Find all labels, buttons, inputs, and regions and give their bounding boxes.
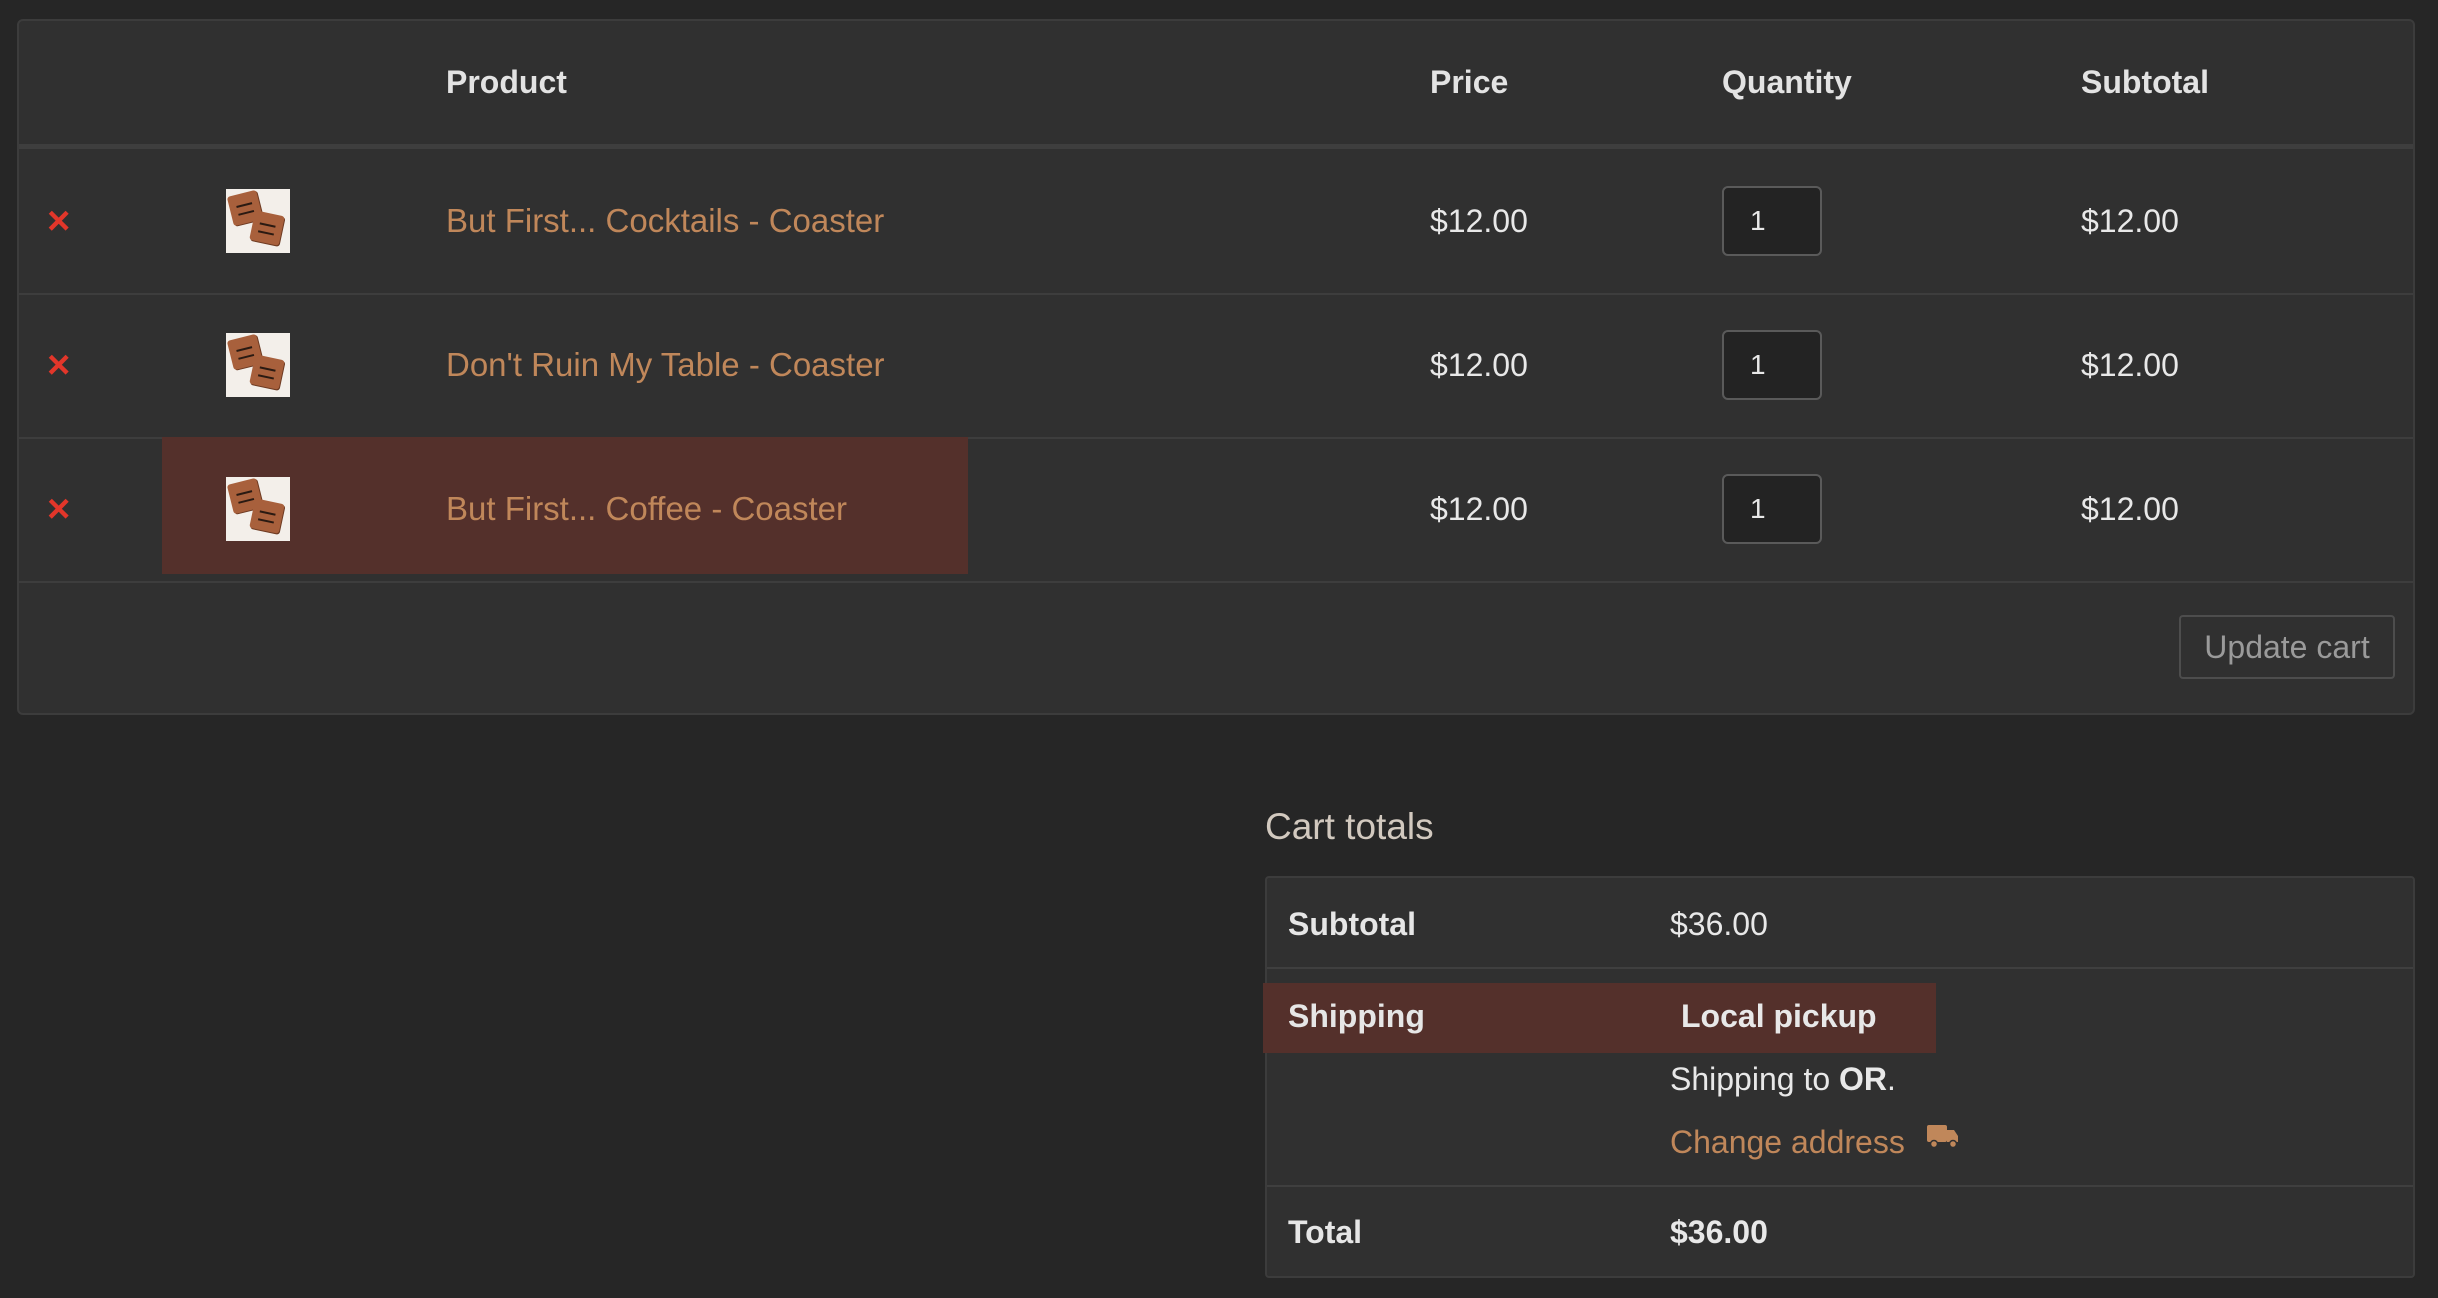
subtotal-value: $36.00	[1670, 906, 1768, 942]
column-header-price: Price	[1430, 64, 1509, 100]
truck-icon[interactable]	[1926, 1121, 1960, 1149]
product-thumbnail[interactable]	[226, 189, 290, 253]
total-label: Total	[1288, 1214, 1363, 1250]
cart-totals-table: Subtotal $36.00 Shipping Local pickup Sh…	[1263, 876, 2415, 1278]
shipping-destination-prefix: Shipping to	[1670, 1061, 1840, 1097]
product-price: $12.00	[1430, 203, 1528, 239]
update-cart-button[interactable]: Update cart	[2179, 615, 2395, 679]
shipping-destination-suffix: .	[1887, 1061, 1896, 1097]
shipping-method: Local pickup	[1681, 998, 1877, 1034]
shipping-destination-region: OR	[1839, 1061, 1888, 1097]
product-name-link[interactable]: But First... Coffee - Coaster	[446, 437, 847, 581]
cart-row: × Don't Ruin My Table - Coaster $12.00 $…	[19, 293, 2413, 439]
remove-item-icon[interactable]: ×	[47, 293, 70, 437]
product-thumbnail[interactable]	[226, 477, 290, 541]
cart-row: × But First... Cocktails - Coaster $12.0…	[19, 149, 2413, 295]
product-price: $12.00	[1430, 491, 1528, 527]
row-divider	[1267, 967, 2413, 969]
product-subtotal: $12.00	[2081, 491, 2179, 527]
row-divider	[1267, 1185, 2413, 1187]
product-price: $12.00	[1430, 347, 1528, 383]
cart-totals-heading: Cart totals	[1265, 806, 1434, 847]
quantity-input[interactable]	[1722, 186, 1822, 256]
product-thumbnail[interactable]	[226, 333, 290, 397]
product-name-link[interactable]: Don't Ruin My Table - Coaster	[446, 293, 885, 437]
change-address-link[interactable]: Change address	[1670, 1124, 1905, 1161]
subtotal-label: Subtotal	[1288, 906, 1416, 942]
product-subtotal: $12.00	[2081, 203, 2179, 239]
product-subtotal: $12.00	[2081, 347, 2179, 383]
total-value: $36.00	[1670, 1214, 1768, 1250]
quantity-input[interactable]	[1722, 474, 1822, 544]
quantity-input[interactable]	[1722, 330, 1822, 400]
column-header-quantity: Quantity	[1722, 64, 1852, 100]
product-name-link[interactable]: But First... Cocktails - Coaster	[446, 149, 884, 293]
remove-item-icon[interactable]: ×	[47, 149, 70, 293]
shipping-label: Shipping	[1288, 998, 1425, 1034]
cart-row: × But First... Coffee - Coaster $12.00 $…	[19, 437, 2413, 583]
remove-item-icon[interactable]: ×	[47, 437, 70, 581]
column-header-subtotal: Subtotal	[2081, 64, 2209, 100]
shipping-destination: Shipping to OR.	[1670, 1061, 1896, 1098]
cart-table: Product Price Quantity Subtotal × But Fi…	[17, 19, 2415, 715]
column-header-product: Product	[446, 64, 567, 100]
cart-table-header: Product Price Quantity Subtotal	[19, 21, 2413, 149]
